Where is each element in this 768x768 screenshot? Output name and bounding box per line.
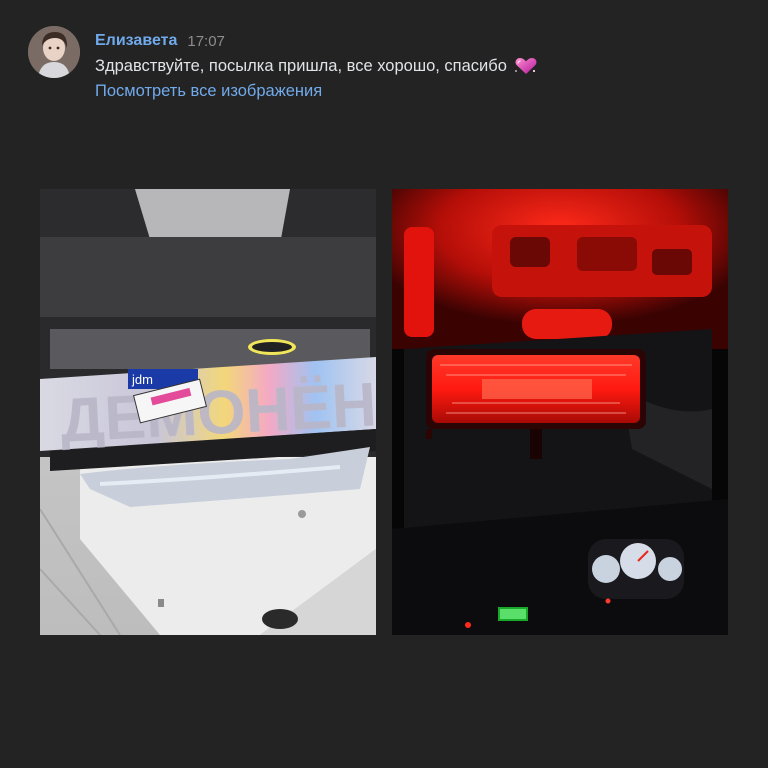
chat-message: Елизавета 17:07 Здравствуйте, посылка пр…: [28, 26, 748, 646]
author-name[interactable]: Елизавета: [95, 32, 177, 50]
message-header: Елизавета 17:07: [95, 30, 225, 52]
sparkling-heart-icon: [513, 56, 539, 76]
message-text: Здравствуйте, посылка пришла, все хорошо…: [95, 56, 507, 75]
tag-text: jdm: [131, 372, 153, 387]
message-time: 17:07: [187, 32, 225, 50]
view-all-images-link[interactable]: Посмотреть все изображения: [95, 82, 322, 101]
photo-box-sticker[interactable]: ДЕМОНЁНОК jdm: [40, 189, 376, 635]
avatar[interactable]: [28, 26, 80, 78]
message-text-row: Здравствуйте, посылка пришла, все хорошо…: [95, 56, 539, 76]
photo-car-mirror[interactable]: [392, 189, 728, 635]
